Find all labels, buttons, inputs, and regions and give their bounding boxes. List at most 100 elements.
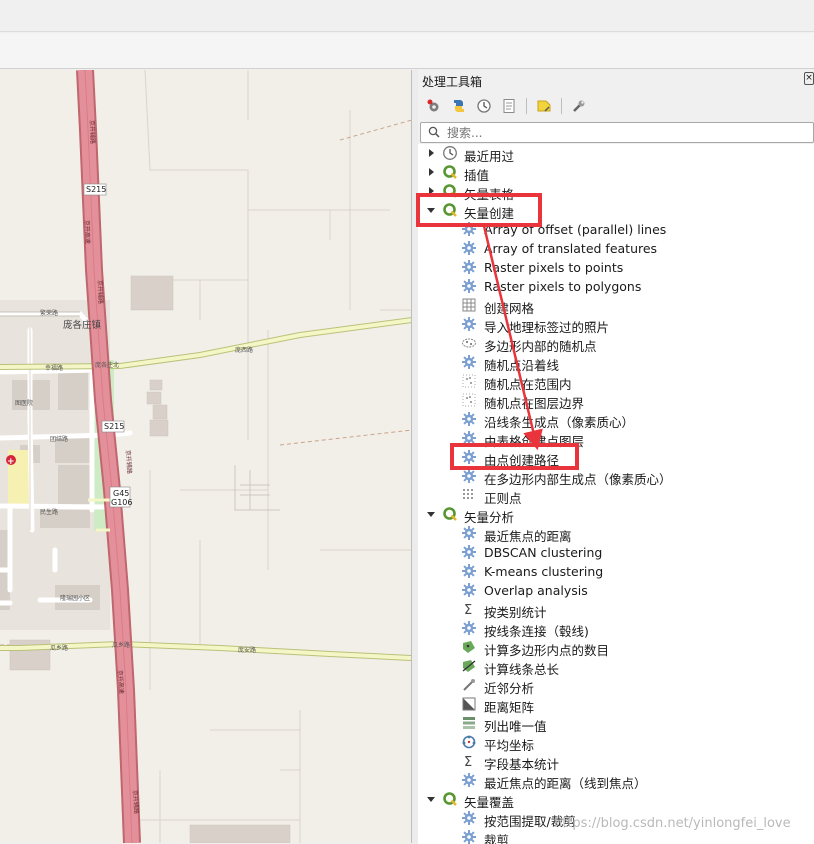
tree-item[interactable]: Raster pixels to polygons (418, 277, 814, 296)
tree-item[interactable]: 随机点沿着线 (418, 353, 814, 373)
tree-item[interactable]: 最近焦点的距离 (418, 524, 814, 544)
tree-item[interactable]: 随机点在范围内 (418, 372, 814, 392)
gear-icon (461, 430, 477, 446)
tree-item[interactable]: Array of offset (parallel) lines (418, 220, 814, 239)
edit-tag-icon[interactable] (534, 97, 554, 115)
regular-points-icon (461, 487, 477, 503)
svg-text:瓜乡路: 瓜乡路 (112, 641, 130, 649)
algorithm-tree[interactable]: 最近用过 插值 矢量表格 矢量创建 Array of offset (parallel)… (418, 144, 814, 844)
svg-text:图医院: 图医院 (15, 399, 33, 407)
tree-item[interactable]: 导入地理标签过的照片 (418, 315, 814, 335)
tree-item[interactable]: DBSCAN clustering (418, 543, 814, 562)
dotted-square-icon (461, 373, 477, 389)
tree-item[interactable]: 计算线条总长 (418, 657, 814, 677)
map-canvas[interactable]: S215 S215 G45 G106 庞各庄镇 繁荣路 庞各庄北 庞西路 幸福路… (0, 70, 412, 843)
tree-item-label: 裁剪 (484, 833, 510, 844)
search-box[interactable] (420, 122, 814, 143)
tree-item[interactable]: 计算多边形内点的数目 (418, 638, 814, 658)
tree-group[interactable]: 矢量创建 (418, 201, 814, 221)
tree-item[interactable]: 正则点 (418, 486, 814, 506)
tree-item[interactable]: Σ 字段基本统计 (418, 752, 814, 772)
tree-item[interactable]: 随机点在图层边界 (418, 391, 814, 411)
svg-text:京开高速: 京开高速 (116, 670, 126, 695)
chevron-right-icon[interactable] (426, 148, 436, 158)
tree-item-label: Array of offset (parallel) lines (484, 222, 667, 237)
history-icon[interactable] (474, 97, 494, 115)
gear-icon (461, 582, 477, 598)
wrench-icon[interactable] (569, 97, 589, 115)
tree-item[interactable]: 近邻分析 (418, 676, 814, 696)
close-icon[interactable]: × (804, 72, 814, 85)
tree-group[interactable]: 矢量分析 (418, 505, 814, 525)
polygon-points-icon (461, 639, 477, 655)
tree-item[interactable]: Array of translated features (418, 239, 814, 258)
svg-text:S215: S215 (86, 185, 106, 194)
toolbar-separator (561, 98, 562, 114)
chevron-down-icon[interactable] (426, 794, 436, 804)
tree-item-label: DBSCAN clustering (484, 545, 603, 560)
svg-text:京开辅路: 京开辅路 (96, 280, 105, 304)
tree-item[interactable]: 按线条连接（毂线) (418, 619, 814, 639)
tree-item[interactable]: 在多边形内部生成点（像素质心） (418, 467, 814, 487)
chevron-right-icon[interactable] (426, 186, 436, 196)
svg-text:庞各庄北: 庞各庄北 (95, 361, 119, 369)
search-input[interactable] (447, 124, 807, 141)
svg-text:Σ: Σ (464, 603, 472, 617)
tree-group[interactable]: 最近用过 (418, 144, 814, 164)
chevron-down-icon[interactable] (426, 205, 436, 215)
chevron-right-icon[interactable] (426, 167, 436, 177)
tree-item[interactable]: 多边形内部的随机点 (418, 334, 814, 354)
python-icon[interactable] (449, 97, 469, 115)
tree-item[interactable]: K-means clustering (418, 562, 814, 581)
chevron-down-icon[interactable] (426, 509, 436, 519)
svg-text:京开辅路: 京开辅路 (131, 790, 141, 815)
svg-text:隆瑞园小区: 隆瑞园小区 (60, 594, 90, 602)
gear-icon (461, 240, 477, 256)
gear-icon (461, 278, 477, 294)
mean-coordinates-icon (461, 734, 477, 750)
tree-item[interactable]: 距离矩阵 (418, 695, 814, 715)
results-icon[interactable] (499, 97, 519, 115)
tree-item[interactable]: 平均坐标 (418, 733, 814, 753)
svg-text:民生路: 民生路 (40, 508, 58, 516)
svg-text:京开辅路: 京开辅路 (124, 450, 134, 475)
toolbar-separator (526, 98, 527, 114)
search-icon (428, 126, 440, 138)
svg-text:瓜乡路: 瓜乡路 (50, 644, 68, 652)
grid-icon (461, 297, 477, 313)
gear-icon (461, 544, 477, 560)
tree-item[interactable]: 由点创建路径 (418, 448, 814, 468)
unique-values-icon (461, 715, 477, 731)
clock-icon (442, 145, 458, 161)
tree-item-label: Raster pixels to points (484, 260, 624, 275)
tree-item-label: Overlap analysis (484, 583, 588, 598)
svg-text:幸福路: 幸福路 (45, 364, 63, 372)
gear-icon (461, 259, 477, 275)
svg-text:庞安路: 庞安路 (238, 646, 256, 654)
gear-icon (461, 772, 477, 788)
svg-text:G45: G45 (113, 489, 129, 498)
tree-item[interactable]: 沿线条生成点（像素质心） (418, 410, 814, 430)
tree-item[interactable]: Overlap analysis (418, 581, 814, 600)
map-render: S215 S215 G45 G106 庞各庄镇 繁荣路 庞各庄北 庞西路 幸福路… (0, 70, 411, 843)
tree-item[interactable]: Raster pixels to points (418, 258, 814, 277)
tree-item[interactable]: 创建网格 (418, 296, 814, 316)
tree-item[interactable]: 最近焦点的距离（线到焦点） (418, 771, 814, 791)
svg-text:庞西路: 庞西路 (235, 346, 253, 354)
tree-group[interactable]: 插值 (418, 163, 814, 183)
tree-item[interactable]: Σ 按类别统计 (418, 600, 814, 620)
panel-title: 处理工具箱 (422, 75, 483, 89)
random-points-icon (461, 335, 477, 351)
tree-item[interactable]: 由表格创建点图层 (418, 429, 814, 449)
menu-bar (0, 0, 814, 32)
dotted-square-icon (461, 392, 477, 408)
nearest-neighbour-icon (461, 677, 477, 693)
gear-icon (461, 316, 477, 332)
tree-group[interactable]: 矢量覆盖 (418, 790, 814, 810)
svg-text:Σ: Σ (464, 755, 472, 769)
tree-item[interactable]: 列出唯一值 (418, 714, 814, 734)
gear-run-icon[interactable] (424, 97, 444, 115)
gear-icon (461, 354, 477, 370)
svg-text:团结路: 团结路 (50, 435, 68, 443)
tree-group[interactable]: 矢量表格 (418, 182, 814, 202)
